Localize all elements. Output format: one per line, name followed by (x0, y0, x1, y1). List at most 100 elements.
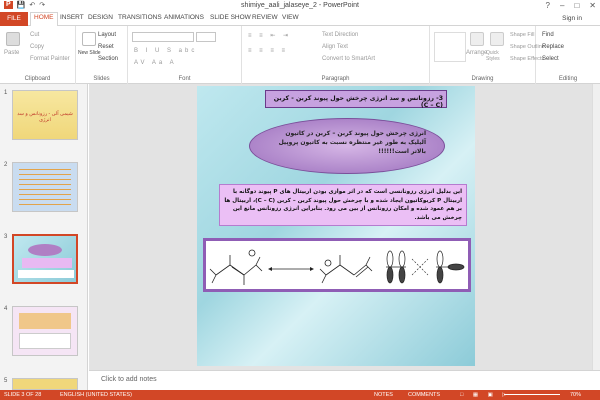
notes-button[interactable]: NOTES (374, 392, 393, 398)
thumbnail-slide-3[interactable] (12, 234, 78, 284)
arrange-icon[interactable] (470, 32, 484, 46)
tab-animations[interactable]: ANIMATIONS (164, 14, 204, 21)
minimize-icon[interactable]: – (560, 1, 564, 10)
new-slide-icon[interactable] (82, 32, 96, 46)
section-button[interactable]: Section (98, 56, 118, 62)
editing-label: Editing (558, 76, 578, 82)
thumb-4-box (19, 313, 71, 329)
ribbon-tabs: FILE HOME INSERT DESIGN TRANSITIONS ANIM… (0, 12, 600, 26)
align-text-button[interactable]: Align Text (322, 44, 348, 50)
reset-button[interactable]: Reset (98, 44, 114, 50)
paragraph-label: Paragraph (321, 76, 350, 82)
thumb-number-3: 3 (4, 234, 8, 240)
thumb-number-1: 1 (4, 90, 8, 96)
shapes-gallery[interactable] (434, 32, 466, 62)
drawing-group: Arrange Quick Styles Shape Fill Shape Ou… (430, 26, 545, 84)
notes-pane[interactable]: Click to add notes (89, 370, 600, 390)
clipboard-group: Paste Cut Copy Format Painter Clipboard (0, 26, 76, 84)
thumb-1-title: شیمی آلی - رزونانس و سد انرژی (17, 111, 73, 123)
slide-title-box[interactable]: 3- رزونانس و سد انرژی چرخش حول پیوند کرب… (265, 90, 447, 109)
clipboard-label: Clipboard (24, 76, 51, 82)
slide-thumbnails-panel[interactable]: 1 شیمی آلی - رزونانس و سد انرژی 2 3 4 5 (0, 84, 88, 390)
font-family-dropdown[interactable] (132, 32, 194, 42)
align-buttons[interactable]: ≡ ≡ ≡ ≡ (248, 48, 288, 54)
allyl-structure-1 (209, 249, 263, 285)
window-title: shimiye_aali_jalaseye_2 - PowerPoint (241, 2, 359, 9)
slide-counter: SLIDE 3 OF 28 (4, 392, 42, 398)
editing-group: Find Replace Select Editing (536, 26, 600, 84)
title-bar: P 💾 ↶ ↷ shimiye_aali_jalaseye_2 - PowerP… (0, 0, 600, 12)
callout-bubble[interactable]: انرژی چرخش حول پیوند کربن – کربن در کاتی… (249, 118, 445, 174)
thumbnail-slide-5[interactable] (12, 378, 78, 390)
orbital-picture-1 (386, 250, 406, 284)
tab-design[interactable]: DESIGN (88, 14, 113, 21)
tab-file[interactable]: FILE (0, 12, 28, 26)
explanation-box[interactable]: این بدلیل انرژی رزونانسی است که در اثر م… (219, 184, 467, 226)
shape-fill-button[interactable]: Shape Fill (510, 32, 534, 38)
paragraph-group: ≡ ≡ ⇤ ⇥ Text Direction Align Text Conver… (242, 26, 430, 84)
cut-button[interactable]: Cut (30, 32, 39, 38)
font-format-buttons[interactable]: B I U S abc (134, 48, 197, 54)
font-size-dropdown[interactable] (196, 32, 216, 42)
resonance-arrow-head-left (268, 267, 272, 271)
thumb-3-bubble (28, 244, 62, 256)
current-slide[interactable]: 3- رزونانس و سد انرژی چرخش حول پیوند کرب… (197, 86, 475, 366)
help-icon[interactable]: ? (546, 1, 550, 10)
thumbnail-slide-1[interactable]: شیمی آلی - رزونانس و سد انرژی (12, 90, 78, 140)
sign-in-link[interactable]: Sign in (562, 15, 582, 22)
arrange-button[interactable]: Arrange (466, 50, 487, 56)
tab-insert[interactable]: INSERT (60, 14, 84, 21)
thumb-2-lines (19, 169, 71, 205)
resonance-arrow-head-right (310, 267, 314, 271)
replace-button[interactable]: Replace (542, 44, 564, 50)
language-indicator[interactable]: ENGLISH (UNITED STATES) (60, 392, 132, 398)
slide-title: 3- رزونانس و سد انرژی چرخش حول پیوند کرب… (273, 95, 443, 109)
convert-smartart-button[interactable]: Convert to SmartArt (322, 56, 375, 62)
ribbon: Paste Cut Copy Format Painter Clipboard … (0, 26, 600, 84)
thumbnail-slide-4[interactable] (12, 306, 78, 356)
close-icon[interactable]: ✕ (589, 1, 596, 10)
font-group: B I U S abc AV Aa A Font (128, 26, 242, 84)
comments-button[interactable]: COMMENTS (408, 392, 440, 398)
resonance-diagram[interactable] (203, 238, 471, 292)
thumb-4-diagram (19, 333, 71, 349)
format-painter-button[interactable]: Format Painter (30, 56, 70, 62)
view-buttons[interactable]: □ ▦ ▣ ▷ (460, 392, 511, 398)
zoom-level[interactable]: 70% (570, 392, 581, 398)
window-controls: ? – □ ✕ (546, 1, 596, 10)
maximize-icon[interactable]: □ (574, 1, 579, 10)
select-button[interactable]: Select (542, 56, 559, 62)
text-direction-button[interactable]: Text Direction (322, 32, 358, 38)
thumb-3-box (22, 258, 72, 268)
tab-review[interactable]: REVIEW (252, 14, 278, 21)
thumb-3-diagram (18, 270, 74, 278)
quick-styles-icon[interactable] (490, 32, 504, 46)
status-bar: SLIDE 3 OF 28 ENGLISH (UNITED STATES) NO… (0, 390, 600, 400)
slides-label: Slides (93, 76, 110, 82)
callout-text: انرژی چرخش حول پیوند کربن – کربن در کاتی… (278, 130, 426, 155)
explanation-text: این بدلیل انرژی رزونانسی است که در اثر م… (224, 189, 462, 221)
thumb-number-2: 2 (4, 162, 8, 168)
zoom-slider[interactable] (504, 394, 560, 395)
allyl-structure-2 (319, 255, 373, 284)
no-overlap-arrows (411, 258, 429, 276)
find-button[interactable]: Find (542, 32, 554, 38)
quick-styles-button[interactable]: Quick Styles (486, 50, 510, 62)
thumb-number-4: 4 (4, 306, 8, 312)
drawing-label: Drawing (471, 76, 494, 82)
paste-icon[interactable] (6, 32, 20, 46)
copy-button[interactable]: Copy (30, 44, 44, 50)
paste-button[interactable]: Paste (4, 50, 19, 56)
canvas-scrollbar[interactable] (592, 84, 600, 370)
resonance-diagram-svg (209, 249, 465, 285)
font-color-buttons[interactable]: AV Aa A (134, 60, 177, 66)
tab-view[interactable]: VIEW (282, 14, 299, 21)
layout-button[interactable]: Layout (98, 32, 116, 38)
slide-canvas: 3- رزونانس و سد انرژی چرخش حول پیوند کرب… (89, 84, 600, 370)
tab-home[interactable]: HOME (30, 12, 58, 26)
orbital-picture-2 (436, 250, 465, 284)
thumbnail-slide-2[interactable] (12, 162, 78, 212)
tab-transitions[interactable]: TRANSITIONS (118, 14, 162, 21)
list-buttons[interactable]: ≡ ≡ ⇤ ⇥ (248, 32, 291, 39)
tab-slide-show[interactable]: SLIDE SHOW (210, 14, 251, 21)
